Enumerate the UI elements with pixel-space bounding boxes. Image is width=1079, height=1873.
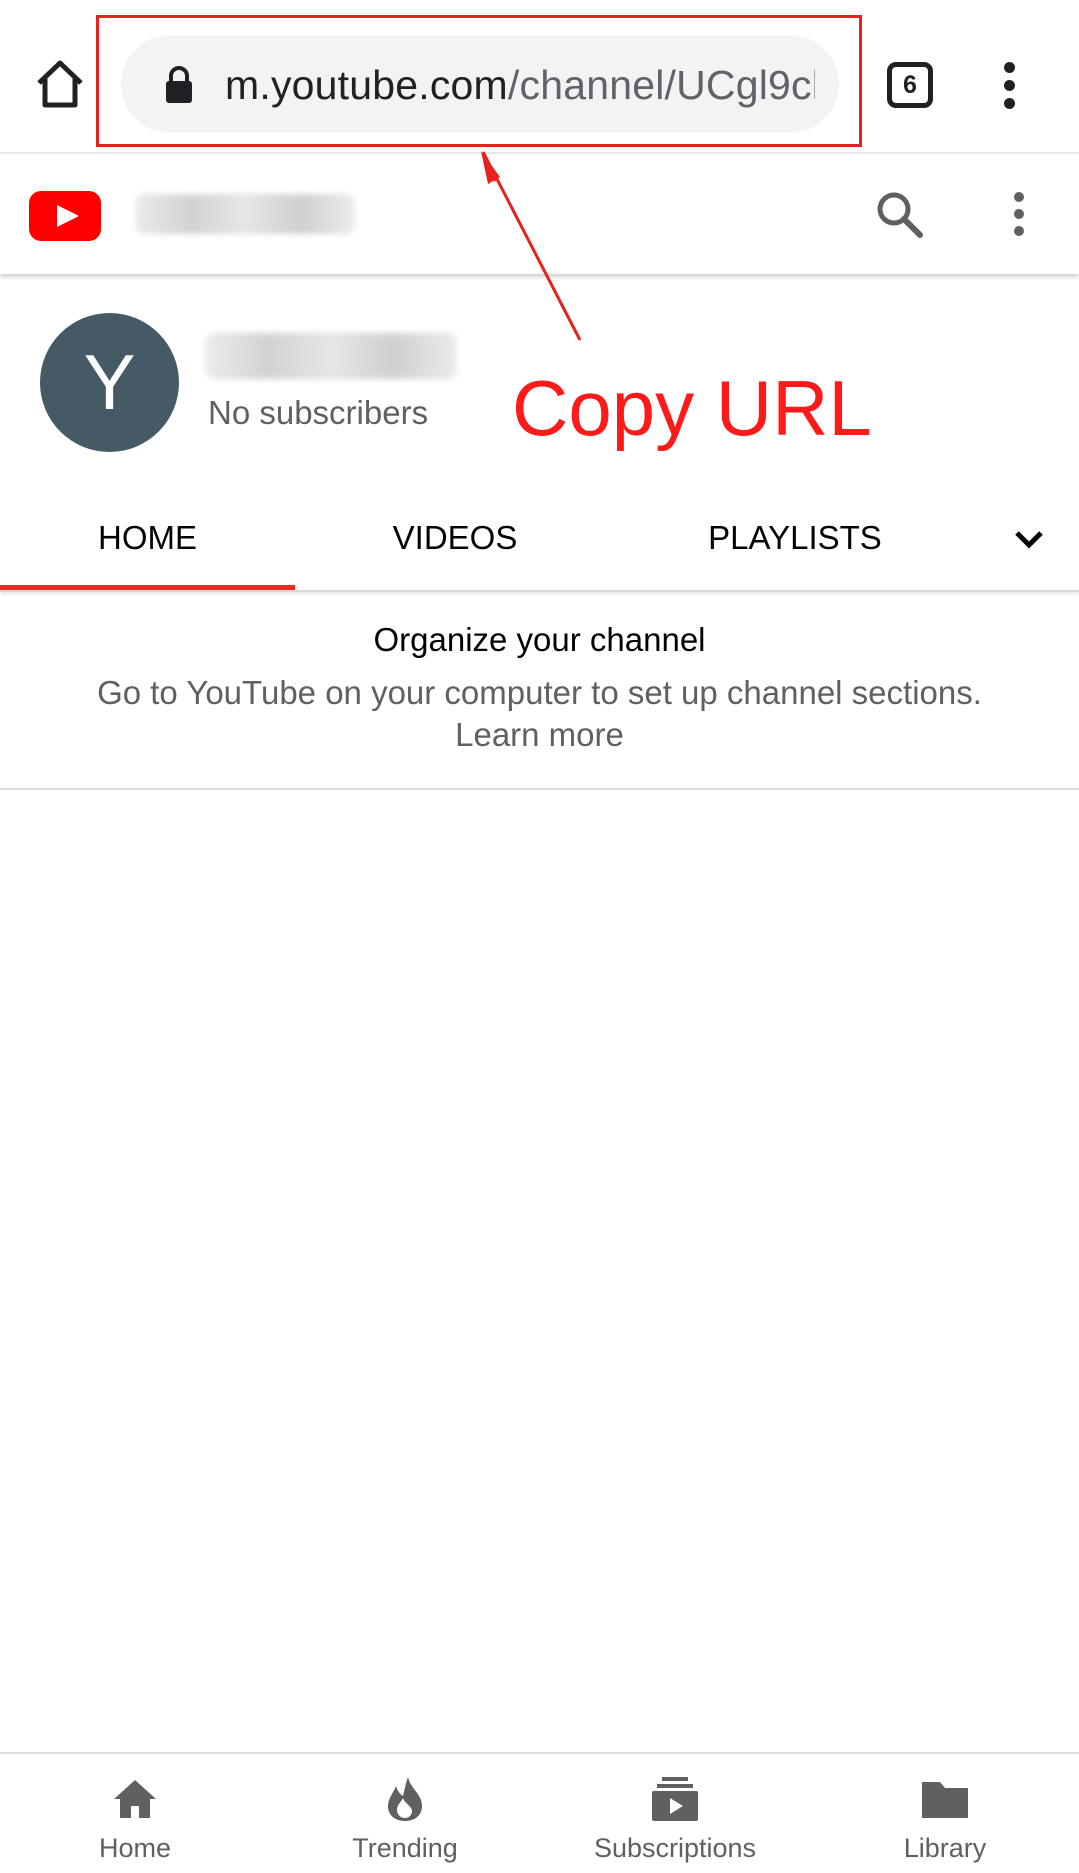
- tab-switcher-button[interactable]: 6: [887, 62, 933, 108]
- flame-icon: [388, 1777, 422, 1821]
- nav-subscriptions[interactable]: Subscriptions: [540, 1754, 810, 1873]
- youtube-header: [0, 156, 1079, 274]
- nav-home-label: Home: [98, 1833, 172, 1863]
- organize-title: Organize your channel: [373, 621, 706, 658]
- home-icon: [114, 1780, 156, 1818]
- tab-home[interactable]: HOME: [0, 508, 295, 568]
- organize-description: Go to YouTube on your computer to set up…: [97, 674, 982, 711]
- browser-home-icon[interactable]: [34, 58, 86, 110]
- search-icon[interactable]: [874, 189, 924, 239]
- bottom-navigation: Home Trending Subscriptions Library: [0, 1752, 1079, 1873]
- nav-library[interactable]: Library: [810, 1754, 1079, 1873]
- avatar[interactable]: Y: [40, 313, 179, 452]
- tab-videos[interactable]: VIDEOS: [340, 508, 570, 568]
- screen: m.youtube.com/channel/UCgl9ck 6 Y No sub…: [0, 0, 1079, 1873]
- browser-menu-icon[interactable]: [1000, 60, 1020, 110]
- annotation-highlight-box: [96, 15, 862, 147]
- nav-home[interactable]: Home: [0, 1754, 270, 1873]
- organize-channel-section: Organize your channel Go to YouTube on y…: [0, 596, 1079, 790]
- chevron-down-icon[interactable]: [1010, 520, 1048, 558]
- nav-subscriptions-label: Subscriptions: [593, 1833, 757, 1863]
- learn-more-link[interactable]: Learn more: [0, 714, 1079, 756]
- subscriptions-icon: [652, 1777, 698, 1821]
- youtube-logo-icon[interactable]: [29, 191, 101, 241]
- channel-name-redacted: [205, 333, 457, 379]
- nav-trending[interactable]: Trending: [270, 1754, 540, 1873]
- annotation-label: Copy URL: [512, 364, 872, 452]
- channel-tabs: HOME VIDEOS PLAYLISTS: [0, 490, 1079, 592]
- folder-icon: [922, 1782, 968, 1818]
- nav-library-label: Library: [903, 1833, 987, 1863]
- tab-playlists[interactable]: PLAYLISTS: [680, 508, 910, 568]
- nav-trending-label: Trending: [352, 1833, 458, 1863]
- more-options-icon[interactable]: [1010, 189, 1030, 239]
- channel-name-header-redacted: [135, 194, 355, 234]
- selected-tab-indicator: [0, 585, 295, 590]
- subscriber-count: No subscribers: [208, 394, 429, 431]
